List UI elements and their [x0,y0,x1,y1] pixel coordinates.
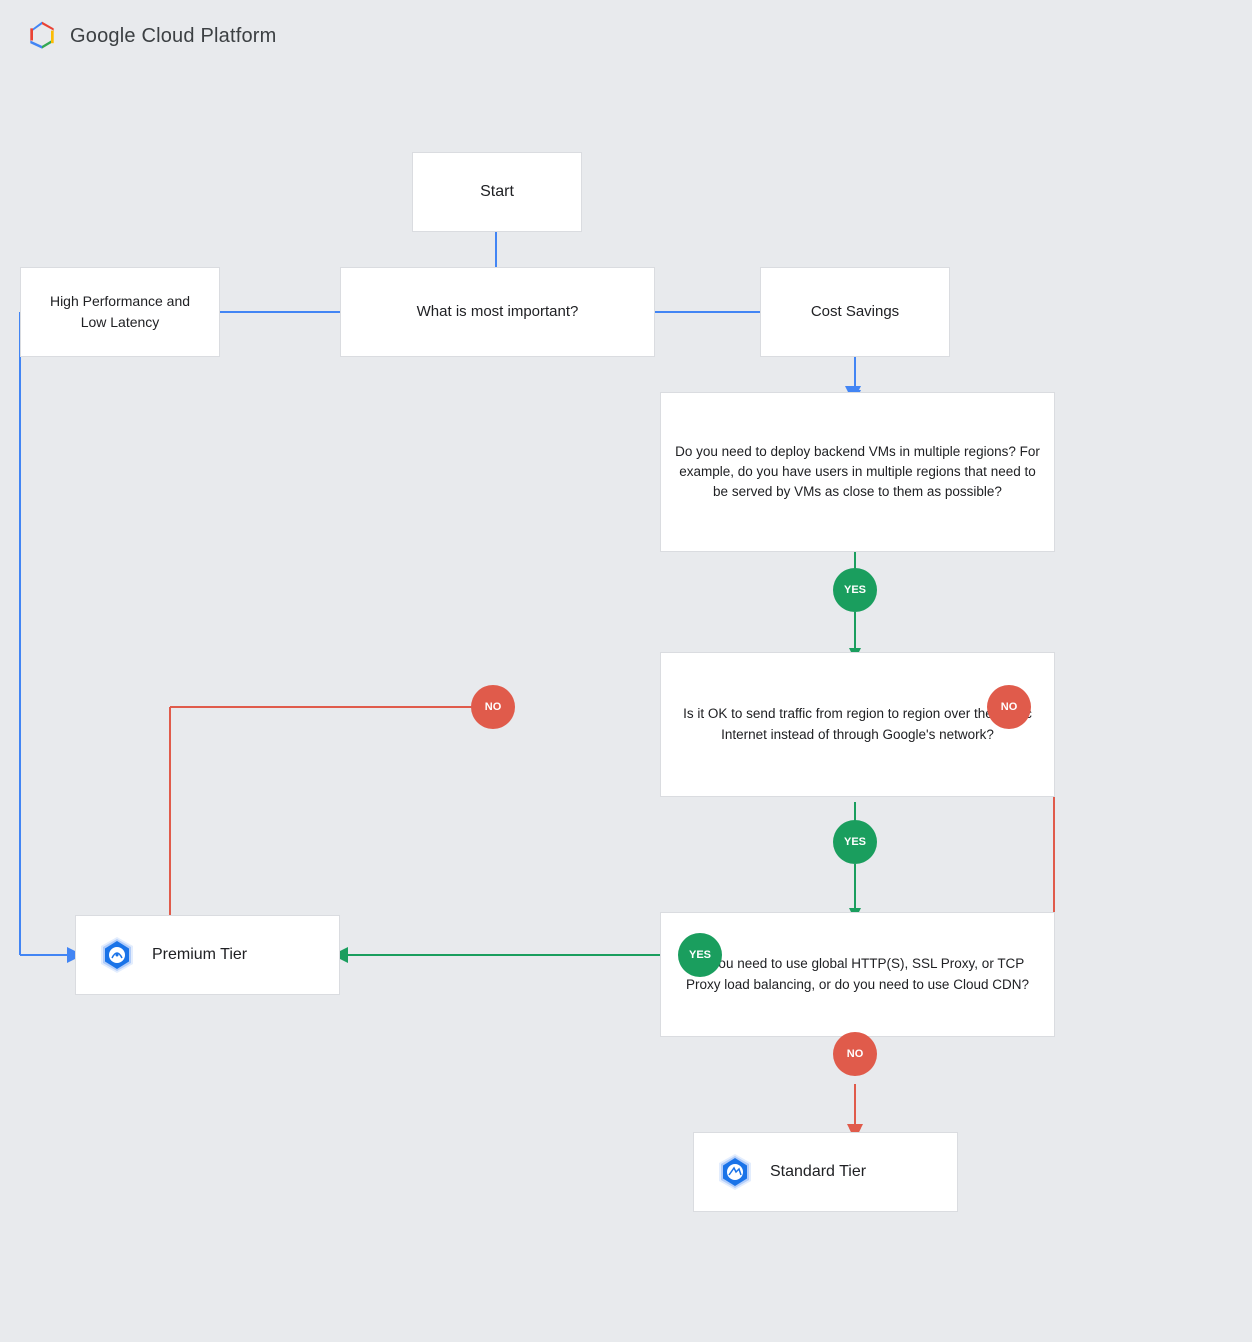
q1-yes-badge: YES [833,568,877,612]
premium-tier-box: Premium Tier [75,915,340,995]
cost-savings-box: Cost Savings [760,267,950,357]
question-main-box: What is most important? [340,267,655,357]
header-title: Google Cloud Platform [70,25,277,48]
premium-tier-icon [96,934,138,976]
diagram-area: Start What is most important? High Perfo… [0,72,1252,1342]
standard-tier-box: Standard Tier [693,1132,958,1212]
q3-no-badge: NO [833,1032,877,1076]
flow-lines [0,72,1252,1342]
q1-box: Do you need to deploy backend VMs in mul… [660,392,1055,552]
q2-yes-badge: YES [833,820,877,864]
gcp-logo-icon [24,18,60,54]
standard-tier-label: Standard Tier [770,1163,866,1181]
q2-left-no-badge: NO [471,685,515,729]
high-perf-box: High Performance and Low Latency [20,267,220,357]
q3-yes-badge: YES [678,933,722,977]
start-box: Start [412,152,582,232]
standard-tier-icon [714,1151,756,1193]
q2-no-badge: NO [987,685,1031,729]
premium-tier-label: Premium Tier [152,946,247,964]
header: Google Cloud Platform [0,0,1252,72]
q3-box: Do you need to use global HTTP(S), SSL P… [660,912,1055,1037]
